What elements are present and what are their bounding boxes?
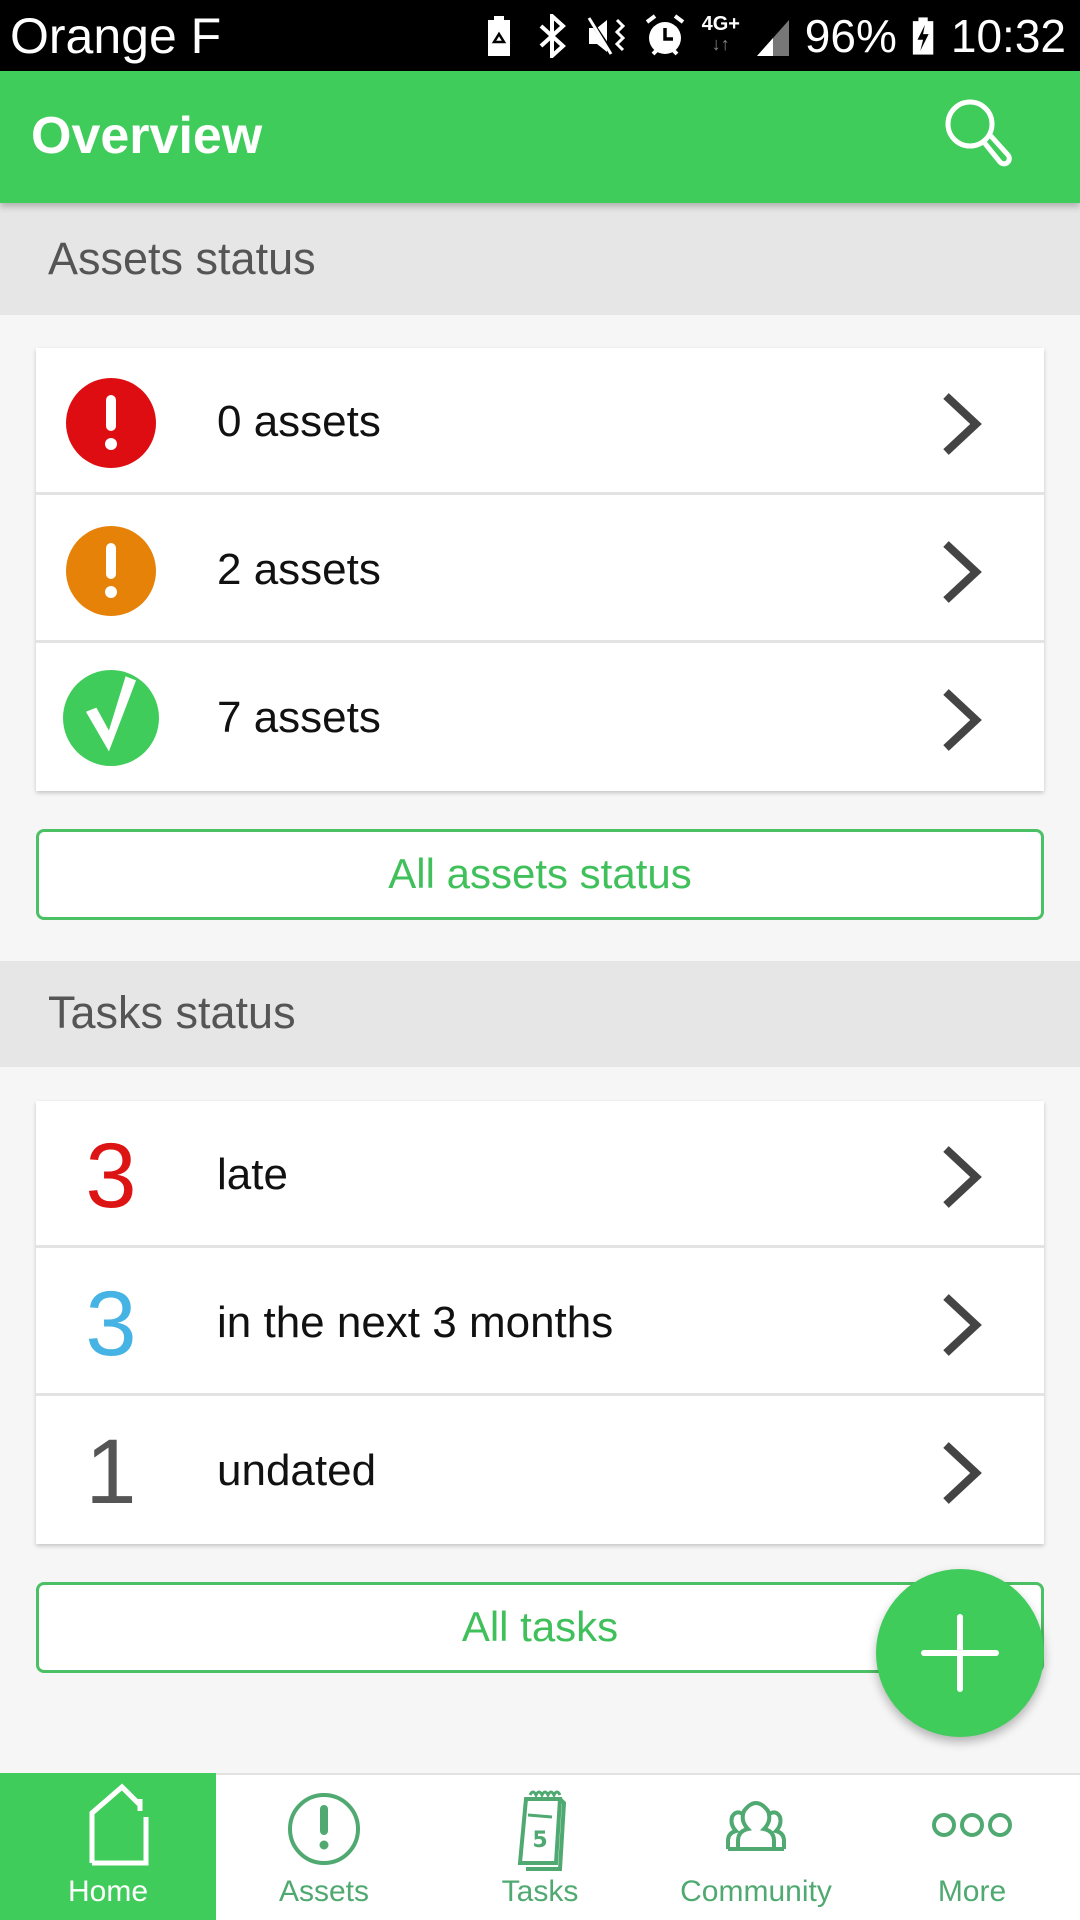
tasks-section-header: Tasks status: [0, 961, 1080, 1067]
tasks-row-late[interactable]: 3 late: [36, 1101, 1044, 1248]
chevron-right-icon: [943, 393, 982, 455]
add-fab-button[interactable]: [876, 1569, 1044, 1737]
tasks-row-upcoming[interactable]: 3 in the next 3 months: [36, 1249, 1044, 1396]
assets-row-warning[interactable]: 2 assets: [36, 496, 1044, 643]
alarm-icon: [645, 14, 684, 56]
chevron-right-icon: [943, 1294, 982, 1356]
tab-home[interactable]: Home: [0, 1773, 216, 1920]
carrier-name: Orange F: [10, 8, 222, 64]
tab-assets[interactable]: Assets: [216, 1775, 432, 1920]
all-assets-status-button[interactable]: All assets status: [36, 829, 1044, 920]
tab-label: Tasks: [501, 1875, 579, 1908]
alert-icon: [66, 378, 156, 468]
page-title: Overview: [31, 107, 263, 165]
assets-status-card: 0 assets 2 assets 7 assets: [36, 348, 1044, 791]
task-count: 3: [85, 1125, 137, 1227]
row-label: late: [217, 1150, 288, 1199]
tasks-status-card: 3 late 3 in the next 3 months 1 undated: [36, 1101, 1044, 1544]
search-button[interactable]: [930, 91, 1030, 191]
warning-icon: [66, 526, 156, 616]
row-label: 2 assets: [217, 545, 381, 594]
bluetooth-icon: [539, 14, 566, 58]
tab-label: Home: [67, 1875, 149, 1908]
bottom-navigation: Home Assets 5 Tasks Community More: [0, 1773, 1080, 1920]
status-icons: 4G+ ↓↑ 96% 10:32: [485, 8, 1066, 64]
network-4g-icon: 4G+ ↓↑: [701, 13, 740, 54]
battery-charging-icon: [912, 17, 934, 55]
svg-text:5: 5: [532, 1828, 547, 1853]
search-icon: [945, 99, 1012, 167]
chevron-right-icon: [943, 1146, 982, 1208]
tasks-row-undated[interactable]: 1 undated: [36, 1397, 1044, 1544]
signal-icon: [756, 20, 789, 56]
more-icon: [932, 1813, 1012, 1837]
status-bar: Orange F 4G+ ↓↑ 96% 10:32: [0, 0, 1080, 71]
assets-row-critical[interactable]: 0 assets: [36, 348, 1044, 495]
app-bar: Overview: [0, 71, 1080, 203]
row-label: 7 assets: [217, 693, 381, 742]
plus-icon: [921, 1614, 999, 1692]
chevron-right-icon: [943, 1442, 982, 1504]
row-label: 0 assets: [217, 397, 381, 446]
calendar-icon: 5: [517, 1790, 567, 1871]
row-label: in the next 3 months: [217, 1298, 614, 1347]
vibrate-icon: [587, 16, 625, 56]
tab-tasks[interactable]: 5 Tasks: [432, 1775, 648, 1920]
assets-section-header: Assets status: [0, 203, 1080, 315]
tab-more[interactable]: More: [864, 1775, 1080, 1920]
task-count: 3: [85, 1273, 137, 1375]
community-icon: [726, 1800, 786, 1851]
check-icon: [63, 670, 159, 766]
battery-percent: 96%: [804, 10, 897, 62]
chevron-right-icon: [943, 541, 982, 603]
tab-label: Community: [680, 1875, 832, 1908]
tab-label: Assets: [278, 1875, 370, 1908]
clock: 10:32: [950, 10, 1066, 62]
tab-label: More: [937, 1875, 1007, 1908]
tab-community[interactable]: Community: [648, 1775, 864, 1920]
assets-row-ok[interactable]: 7 assets: [36, 644, 1044, 791]
assets-alert-icon: [288, 1793, 360, 1865]
chevron-right-icon: [943, 689, 982, 751]
section-title: Assets status: [48, 233, 316, 284]
section-title: Tasks status: [48, 987, 296, 1038]
task-count: 1: [85, 1421, 137, 1523]
row-label: undated: [217, 1446, 377, 1495]
home-icon: [89, 1783, 149, 1866]
battery-saver-icon: [487, 16, 510, 56]
